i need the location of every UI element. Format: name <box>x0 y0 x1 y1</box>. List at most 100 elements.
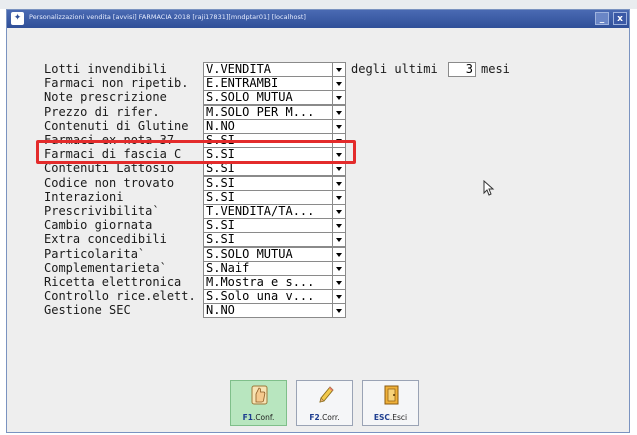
desktop-top-strip <box>0 0 637 9</box>
dropdown-value: S.SI <box>206 176 235 190</box>
chevron-down-icon[interactable] <box>332 176 345 190</box>
field-label: Extra concedibili <box>44 232 167 247</box>
option-dropdown[interactable]: S.SI <box>203 232 346 248</box>
field-label: Codice non trovato <box>44 175 175 190</box>
chevron-down-icon[interactable] <box>332 162 345 176</box>
confirm-label: .Conf. <box>252 413 275 422</box>
months-suffix-label: mesi <box>481 62 510 76</box>
thumbs-up-icon <box>251 385 268 405</box>
form-row: Contenuti di Glutine N.NO <box>7 118 629 134</box>
field-label: Ricetta elettronica <box>44 275 182 289</box>
option-dropdown[interactable]: S.SI <box>203 218 346 234</box>
form-row: Controllo rice.elett. S.Solo una v... <box>7 289 629 305</box>
chevron-down-icon[interactable] <box>332 276 345 289</box>
form-row: Cambio giornata S.SI <box>7 218 629 234</box>
field-label: Contenuti di Glutine <box>44 118 189 133</box>
chevron-down-icon[interactable] <box>332 247 345 261</box>
field-label: Cambio giornata <box>44 218 153 233</box>
chevron-down-icon[interactable] <box>332 119 345 133</box>
form-row: Codice non trovato S.SI <box>7 175 629 191</box>
exit-button[interactable]: ESC.Esci <box>362 380 419 426</box>
chevron-down-icon[interactable] <box>332 105 345 119</box>
field-label: Complementarieta` <box>44 260 167 275</box>
window-titlebar[interactable]: ✦ Personalizzazioni vendita [avvisi] FAR… <box>7 10 629 28</box>
chevron-down-icon[interactable] <box>332 205 345 218</box>
correct-button[interactable]: F2.Corr. <box>296 380 353 426</box>
dropdown-value: S.Solo una v... <box>206 290 315 304</box>
mouse-cursor-icon <box>483 180 495 196</box>
correct-key: F2 <box>309 413 320 422</box>
dropdown-value: E.ENTRAMBI <box>206 77 279 91</box>
chevron-down-icon[interactable] <box>332 91 345 105</box>
highlight-box <box>36 140 356 164</box>
field-label: Farmaci non ripetib. <box>44 76 189 91</box>
option-dropdown[interactable]: N.NO <box>203 303 346 319</box>
option-dropdown[interactable]: N.NO <box>203 118 346 134</box>
chevron-down-icon[interactable] <box>332 63 345 76</box>
form-row: Gestione SEC N.NO <box>7 303 629 319</box>
form-row: Note prescrizione S.SOLO MUTUA <box>7 90 629 106</box>
chevron-down-icon[interactable] <box>332 233 345 247</box>
chevron-down-icon[interactable] <box>332 219 345 233</box>
field-label: Controllo rice.elett. <box>44 289 196 304</box>
dropdown-value: S.SI <box>206 219 235 233</box>
chevron-down-icon[interactable] <box>332 190 345 204</box>
form-row: Prezzo di rifer. M.SOLO PER M... <box>7 104 629 120</box>
chevron-down-icon[interactable] <box>332 290 345 304</box>
option-dropdown[interactable]: M.SOLO PER M... <box>203 104 346 120</box>
form-row: Ricetta elettronica M.Mostra e s... <box>7 275 629 290</box>
option-dropdown[interactable]: E.ENTRAMBI <box>203 76 346 92</box>
dropdown-value: N.NO <box>206 119 235 133</box>
form-row: Particolarita` S.SOLO MUTUA <box>7 246 629 262</box>
dropdown-value: S.Naif <box>206 261 250 275</box>
dropdown-value: N.NO <box>206 304 235 318</box>
field-label: Interazioni <box>44 189 124 204</box>
settings-window: ✦ Personalizzazioni vendita [avvisi] FAR… <box>6 9 630 433</box>
correct-label: .Corr. <box>319 413 340 422</box>
chevron-down-icon[interactable] <box>332 77 345 91</box>
form-row: Prescrivibilita` T.VENDITA/TA... <box>7 204 629 219</box>
window-title: Personalizzazioni vendita [avvisi] FARMA… <box>29 13 306 21</box>
dropdown-value: V.VENDITA <box>206 63 272 76</box>
field-label: Note prescrizione <box>44 90 167 105</box>
option-dropdown[interactable]: V.VENDITA <box>203 62 346 77</box>
form-row: Farmaci non ripetib. E.ENTRAMBI <box>7 76 629 92</box>
form-row: Complementarieta` S.Naif <box>7 260 629 276</box>
dropdown-value: S.SI <box>206 162 235 176</box>
option-dropdown[interactable]: S.Solo una v... <box>203 289 346 305</box>
dropdown-value: M.Mostra e s... <box>206 276 315 289</box>
dropdown-value: S.SI <box>206 233 235 247</box>
option-dropdown[interactable]: S.SI <box>203 175 346 191</box>
app-icon: ✦ <box>11 12 24 25</box>
option-dropdown[interactable]: S.SOLO MUTUA <box>203 246 346 262</box>
option-dropdown[interactable]: M.Mostra e s... <box>203 275 346 290</box>
pencil-icon <box>319 386 334 403</box>
dropdown-value: S.SOLO MUTUA <box>206 91 293 105</box>
form-row: Lotti invendibili V.VENDITA degli ultimi 3 m… <box>7 62 629 77</box>
chevron-down-icon[interactable] <box>332 261 345 275</box>
option-dropdown[interactable]: T.VENDITA/TA... <box>203 204 346 219</box>
dropdown-value: S.SOLO MUTUA <box>206 247 293 261</box>
dropdown-value: S.SI <box>206 190 235 204</box>
confirm-button[interactable]: F1.Conf. <box>230 380 287 426</box>
confirm-key: F1 <box>242 413 253 422</box>
exit-label: .Esci <box>389 413 408 422</box>
field-label: Particolarita` <box>44 246 146 261</box>
desktop-right-strip <box>630 9 637 435</box>
field-label: Prezzo di rifer. <box>44 104 160 119</box>
minimize-button[interactable]: _ <box>595 12 609 25</box>
option-dropdown[interactable]: S.Naif <box>203 260 346 276</box>
field-label: Lotti invendibili <box>44 62 167 76</box>
close-button[interactable]: x <box>613 12 627 25</box>
form-row: Extra concedibili S.SI <box>7 232 629 248</box>
dropdown-value: M.SOLO PER M... <box>206 105 315 119</box>
field-label: Gestione SEC <box>44 303 131 318</box>
months-input[interactable]: 3 <box>448 62 476 77</box>
option-dropdown[interactable]: S.SOLO MUTUA <box>203 90 346 106</box>
exit-key: ESC <box>373 413 390 422</box>
option-dropdown[interactable]: S.SI <box>203 189 346 205</box>
field-label: Prescrivibilita` <box>44 204 160 218</box>
months-prefix-label: degli ultimi <box>351 62 438 76</box>
chevron-down-icon[interactable] <box>332 304 345 318</box>
exit-door-icon <box>384 385 399 405</box>
